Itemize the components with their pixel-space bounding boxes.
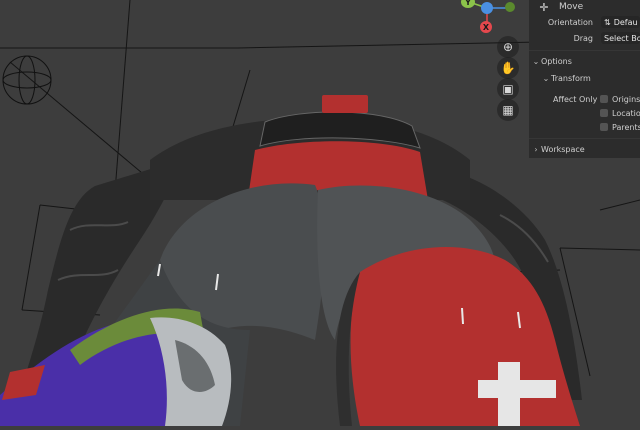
gizmo-neg-y-axis[interactable] xyxy=(505,2,515,12)
belt-red-tag xyxy=(322,95,368,113)
drag-dropdown[interactable]: Select Bo xyxy=(601,32,640,44)
locations-checkbox[interactable] xyxy=(600,109,608,117)
orientation-dropdown[interactable]: ⇅ Defau xyxy=(601,16,640,28)
orientation-label: Orientation xyxy=(547,17,593,27)
pan-button[interactable]: ✋ xyxy=(497,57,519,79)
chevron-right-icon: › xyxy=(534,144,538,154)
orientation-row: Orientation ⇅ Defau xyxy=(529,15,640,29)
move-tool-icon: ✛ xyxy=(539,0,549,14)
perspective-toggle-button[interactable]: ▦ xyxy=(497,99,519,121)
origins-checkbox[interactable] xyxy=(600,95,608,103)
drag-label: Drag xyxy=(573,33,593,43)
axis-gizmo[interactable]: Y X xyxy=(455,0,525,36)
magnifier-plus-icon: ⊕ xyxy=(502,40,514,54)
origins-toggle[interactable]: Origins xyxy=(600,95,640,104)
options-label: Options xyxy=(541,56,572,66)
chevron-down-icon: ⌄ xyxy=(532,56,540,66)
grid-icon: ▦ xyxy=(502,103,514,117)
options-header[interactable]: ⌄ Options xyxy=(529,54,640,68)
workspace-header[interactable]: › Workspace xyxy=(529,142,640,156)
transform-label: Transform xyxy=(551,73,591,83)
gizmo-x-label: X xyxy=(482,22,490,32)
workspace-label: Workspace xyxy=(541,144,585,154)
gizmo-z-axis[interactable] xyxy=(481,2,493,14)
affect-only-row-parents: Parents xyxy=(529,120,640,134)
hand-icon: ✋ xyxy=(500,61,516,75)
gizmo-y-label: Y xyxy=(465,0,471,7)
chevron-down-icon: ⌄ xyxy=(542,73,550,83)
affect-only-label: Affect Only xyxy=(553,94,598,104)
panel-separator xyxy=(529,138,640,139)
parents-toggle[interactable]: Parents xyxy=(600,123,640,132)
parents-checkbox[interactable] xyxy=(600,123,608,131)
origins-label: Origins xyxy=(612,94,640,104)
locations-label: Locatio xyxy=(612,108,640,118)
tool-header: ✛ Move xyxy=(529,0,640,14)
affect-only-row-locations: Locatio xyxy=(529,106,640,120)
camera-view-button[interactable]: ▣ xyxy=(497,78,519,100)
parents-label: Parents xyxy=(612,122,640,132)
drag-row: Drag Select Bo xyxy=(529,31,640,45)
camera-icon: ▣ xyxy=(502,82,514,96)
drag-value: Select Bo xyxy=(604,33,640,43)
orientation-value: Defau xyxy=(613,17,638,27)
gizmo-x-axis[interactable]: X xyxy=(480,21,492,33)
move-tool-label: Move xyxy=(559,2,584,12)
orientation-axes-icon: ⇅ xyxy=(604,17,611,27)
tool-settings-panel: ✛ Move Orientation ⇅ Defau Drag Select B… xyxy=(529,0,640,158)
locations-toggle[interactable]: Locatio xyxy=(600,109,640,118)
affect-only-row-origins: Affect Only Origins xyxy=(529,92,640,106)
transform-subheader[interactable]: ⌄ Transform xyxy=(529,71,640,85)
panel-separator xyxy=(529,50,640,51)
zoom-button[interactable]: ⊕ xyxy=(497,36,519,58)
